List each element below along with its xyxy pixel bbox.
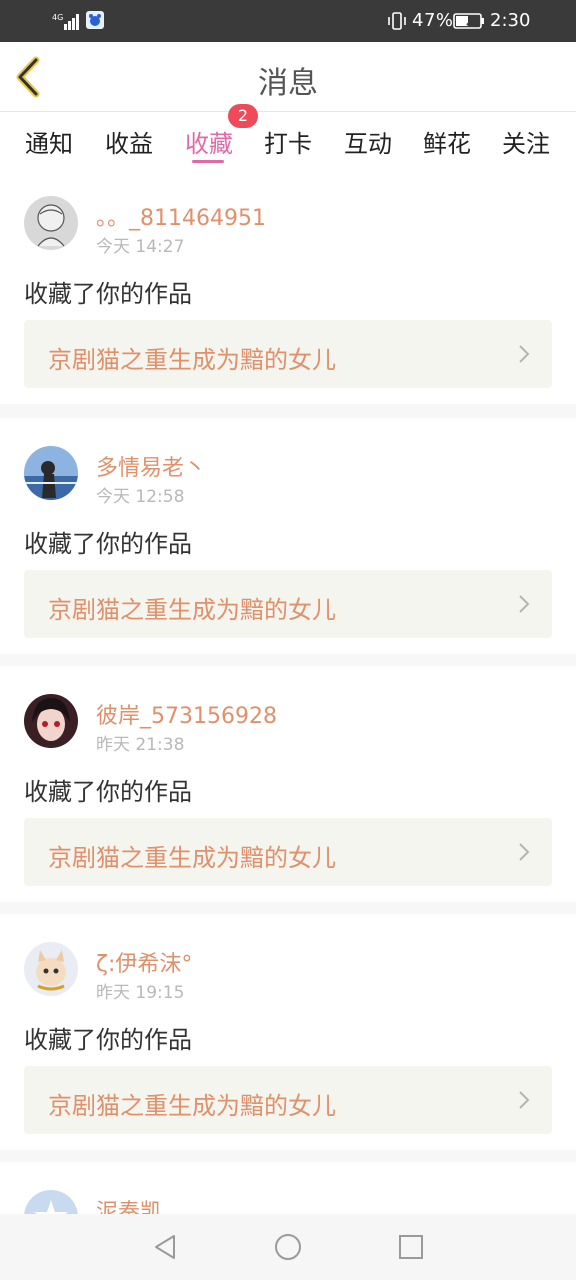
action-text: 收藏了你的作品 <box>24 1026 192 1054</box>
work-title: 京剧猫之重生成为黯的女儿 <box>48 346 336 374</box>
timestamp: 昨天 21:38 <box>96 735 185 755</box>
tab-follow[interactable]: 关注 <box>491 124 561 159</box>
timestamp: 昨天 19:15 <box>96 983 185 1003</box>
username[interactable]: 彼岸_573156928 <box>96 698 277 730</box>
timestamp: 今天 14:27 <box>96 237 185 257</box>
list-item: ζ:伊希沫° 昨天 19:15 收藏了你的作品 京剧猫之重生成为黯的女儿 <box>0 914 576 1150</box>
list-item: 多情易老丶 今天 12:58 收藏了你的作品 京剧猫之重生成为黯的女儿 <box>0 418 576 654</box>
battery-icon <box>453 13 484 29</box>
list-item: 泥奏凯 <box>0 1162 576 1222</box>
clock: 2:30 <box>490 10 531 31</box>
page-title: 消息 <box>258 66 318 101</box>
work-title: 京剧猫之重生成为黯的女儿 <box>48 844 336 872</box>
action-text: 收藏了你的作品 <box>24 778 192 806</box>
work-title: 京剧猫之重生成为黯的女儿 <box>48 1092 336 1120</box>
work-link[interactable]: 京剧猫之重生成为黯的女儿 <box>24 320 552 388</box>
tab-notifications[interactable]: 通知 <box>14 124 84 159</box>
vibrate-icon <box>388 12 406 30</box>
work-title: 京剧猫之重生成为黯的女儿 <box>48 596 336 624</box>
avatar[interactable] <box>24 694 78 748</box>
username[interactable]: ζ:伊希沫° <box>96 946 192 978</box>
avatar[interactable] <box>24 196 78 250</box>
divider <box>0 404 576 418</box>
nav-home-icon[interactable] <box>273 1232 303 1262</box>
work-link[interactable]: 京剧猫之重生成为黯的女儿 <box>24 1066 552 1134</box>
tab-flowers[interactable]: 鲜花 <box>412 124 482 159</box>
tab-favorites[interactable]: 收藏 <box>174 124 244 159</box>
system-nav-bar <box>0 1214 576 1280</box>
chevron-right-icon <box>519 843 530 861</box>
tab-bar: 通知 收益 收藏 打卡 互动 鲜花 关注 <box>0 112 576 168</box>
work-link[interactable]: 京剧猫之重生成为黯的女儿 <box>24 570 552 638</box>
list-item: 彼岸_573156928 昨天 21:38 收藏了你的作品 京剧猫之重生成为黯的… <box>0 666 576 902</box>
chevron-right-icon <box>519 1091 530 1109</box>
list-item: 。。_811464951 今天 14:27 收藏了你的作品 京剧猫之重生成为黯的… <box>0 168 576 404</box>
timestamp: 今天 12:58 <box>96 487 185 507</box>
tab-interaction[interactable]: 互动 <box>333 124 403 159</box>
svg-text:4G: 4G <box>52 13 63 22</box>
chevron-right-icon <box>519 345 530 363</box>
chevron-right-icon <box>519 595 530 613</box>
signal-icon: 4G <box>52 13 79 30</box>
battery-percent: 47% <box>412 10 454 31</box>
status-bar: 4G 47% 2:30 <box>0 0 576 42</box>
tab-earnings[interactable]: 收益 <box>94 124 164 159</box>
nav-back-icon[interactable] <box>150 1232 180 1262</box>
app-header: 消息 <box>0 42 576 112</box>
avatar[interactable] <box>24 446 78 500</box>
active-tab-indicator <box>192 160 224 163</box>
avatar[interactable] <box>24 942 78 996</box>
favorites-count-badge: 2 <box>228 104 258 128</box>
work-link[interactable]: 京剧猫之重生成为黯的女儿 <box>24 818 552 886</box>
action-text: 收藏了你的作品 <box>24 280 192 308</box>
app-notification-icon <box>86 11 104 29</box>
action-text: 收藏了你的作品 <box>24 530 192 558</box>
username[interactable]: 多情易老丶 <box>96 450 206 482</box>
tab-checkin[interactable]: 打卡 <box>253 124 323 159</box>
nav-recent-apps-icon[interactable] <box>396 1232 426 1262</box>
username[interactable]: 。。_811464951 <box>96 200 266 232</box>
